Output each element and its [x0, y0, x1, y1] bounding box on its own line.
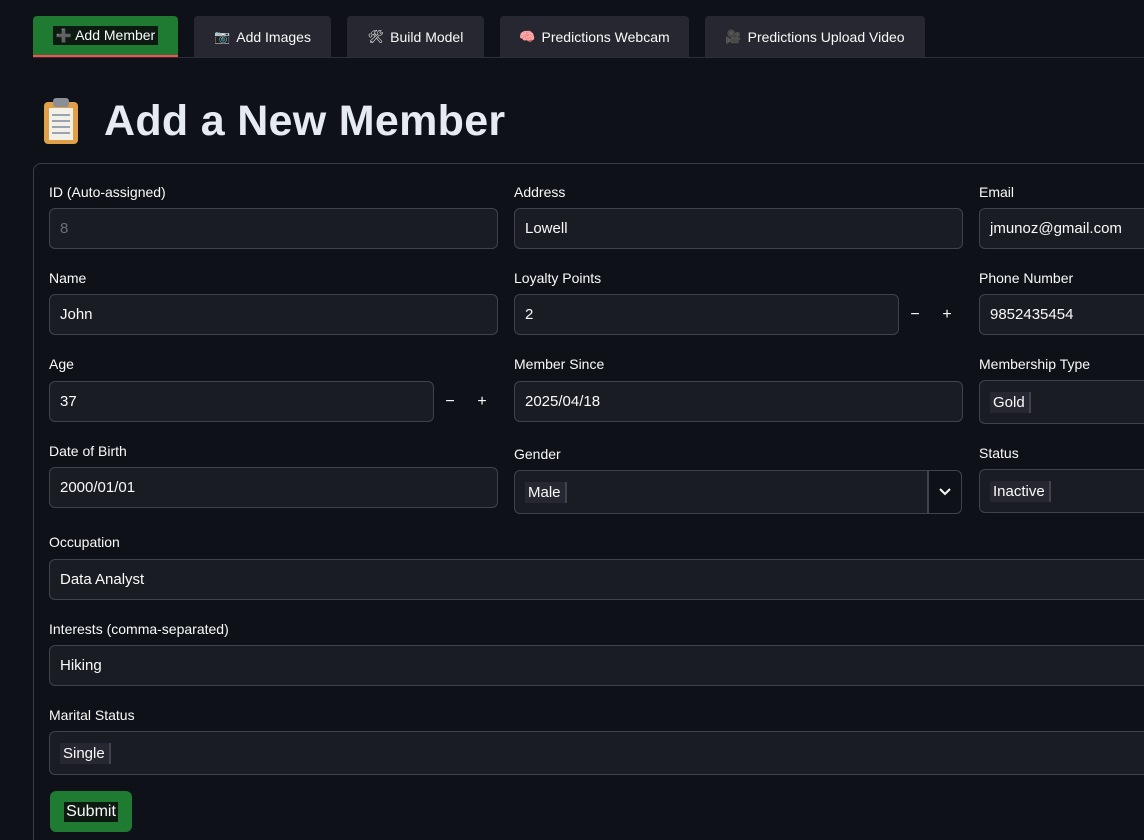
tab-predictions-webcam[interactable]: 🧠 Predictions Webcam — [500, 16, 689, 57]
age-input[interactable]: 37 — [49, 381, 434, 422]
email-input[interactable]: jmunoz@gmail.com — [979, 208, 1144, 249]
interests-value: Hiking — [60, 657, 102, 674]
status-select[interactable]: Inactive — [979, 469, 1144, 513]
phone-label: Phone Number — [979, 270, 1074, 286]
chevron-down-icon — [939, 488, 951, 496]
membership-type-value: Gold — [990, 391, 1031, 413]
tab-label: Add Images — [236, 28, 311, 45]
dob-field: Date of Birth — [49, 443, 127, 463]
phone-field: Phone Number — [979, 270, 1073, 290]
loyalty-input[interactable]: 2 — [514, 294, 899, 335]
marital-label: Marital Status — [49, 707, 135, 723]
clipboard-icon — [40, 96, 84, 146]
member-since-value: 2025/04/18 — [525, 393, 601, 410]
address-field: Address — [514, 184, 565, 204]
email-field: Email — [979, 184, 1014, 204]
phone-input[interactable]: 9852435454 — [979, 294, 1144, 335]
tab-label: Add Member — [75, 27, 156, 43]
page-header: Add a New Member — [40, 96, 505, 146]
member-form: ID (Auto-assigned) 8 Address Lowell Emai… — [33, 163, 1144, 840]
member-since-field: Member Since — [514, 356, 604, 376]
dob-input[interactable]: 2000/01/01 — [49, 467, 498, 508]
tab-add-images[interactable]: 📷 Add Images — [194, 16, 331, 57]
camera-icon: 📷 — [214, 28, 231, 44]
tab-add-member-label-wrap: ➕ Add Member — [52, 26, 159, 45]
name-field: Name — [49, 270, 86, 290]
age-value: 37 — [60, 393, 77, 410]
id-field: ID (Auto-assigned) — [49, 184, 166, 204]
id-value: 8 — [60, 220, 69, 237]
interests-label: Interests (comma-separated) — [49, 621, 229, 637]
status-field: Status — [979, 445, 1019, 465]
loyalty-decrement-button[interactable]: − — [899, 294, 931, 335]
membership-type-field: Membership Type — [979, 356, 1090, 376]
submit-label: Submit — [64, 801, 118, 822]
tab-label: Predictions Webcam — [541, 28, 670, 45]
age-decrement-button[interactable]: − — [434, 381, 466, 422]
submit-button[interactable]: Submit — [50, 791, 132, 832]
age-label: Age — [49, 356, 74, 372]
tab-label: Predictions Upload Video — [747, 28, 905, 45]
occupation-label: Occupation — [49, 534, 120, 550]
gender-field: Gender — [514, 446, 561, 466]
tab-add-member[interactable]: ➕ Add Member — [33, 16, 178, 57]
name-value: John — [60, 306, 93, 323]
tab-predictions-upload-video[interactable]: 🎥 Predictions Upload Video — [705, 16, 925, 57]
tab-build-model[interactable]: 🛠 Build Model — [347, 16, 484, 57]
id-input: 8 — [49, 208, 498, 249]
gender-value: Male — [525, 481, 567, 503]
membership-type-label: Membership Type — [979, 356, 1091, 372]
membership-type-select[interactable]: Gold — [979, 380, 1144, 424]
loyalty-field: Loyalty Points — [514, 270, 601, 290]
interests-field: Interests (comma-separated) — [49, 621, 229, 641]
member-since-input[interactable]: 2025/04/18 — [514, 381, 963, 422]
marital-select[interactable]: Single — [49, 731, 1144, 775]
age-field: Age — [49, 356, 74, 376]
age-increment-button[interactable]: + — [466, 381, 498, 422]
email-value: jmunoz@gmail.com — [990, 220, 1122, 237]
status-label: Status — [979, 445, 1019, 461]
gender-label: Gender — [514, 446, 561, 462]
address-label: Address — [514, 184, 566, 200]
name-label: Name — [49, 270, 87, 286]
loyalty-label: Loyalty Points — [514, 270, 602, 286]
tab-label: Build Model — [390, 28, 464, 45]
marital-value: Single — [60, 742, 111, 764]
tab-bar: ➕ Add Member 📷 Add Images 🛠 Build Model … — [33, 16, 1144, 58]
app-page: ➕ Add Member 📷 Add Images 🛠 Build Model … — [0, 0, 1144, 840]
gender-select[interactable]: Male — [514, 470, 928, 514]
member-since-label: Member Since — [514, 356, 605, 372]
email-label: Email — [979, 184, 1015, 200]
occupation-field: Occupation — [49, 534, 120, 554]
tools-icon: 🛠 — [367, 28, 385, 44]
plus-icon: ➕ — [55, 28, 72, 43]
video-camera-icon: 🎥 — [725, 28, 742, 44]
brain-icon: 🧠 — [519, 28, 536, 44]
interests-input[interactable]: Hiking — [49, 645, 1144, 686]
dob-label: Date of Birth — [49, 443, 127, 459]
marital-field: Marital Status — [49, 707, 135, 727]
occupation-input[interactable]: Data Analyst — [49, 559, 1144, 600]
id-label: ID (Auto-assigned) — [49, 184, 166, 200]
status-value: Inactive — [990, 480, 1051, 502]
loyalty-increment-button[interactable]: + — [931, 294, 963, 335]
occupation-value: Data Analyst — [60, 571, 145, 588]
address-input[interactable]: Lowell — [514, 208, 963, 249]
dob-value: 2000/01/01 — [60, 479, 136, 496]
loyalty-value: 2 — [525, 306, 534, 323]
phone-value: 9852435454 — [990, 306, 1074, 323]
page-title: Add a New Member — [104, 96, 506, 145]
address-value: Lowell — [525, 220, 568, 237]
gender-dropdown-toggle[interactable] — [928, 470, 962, 514]
name-input[interactable]: John — [49, 294, 498, 335]
